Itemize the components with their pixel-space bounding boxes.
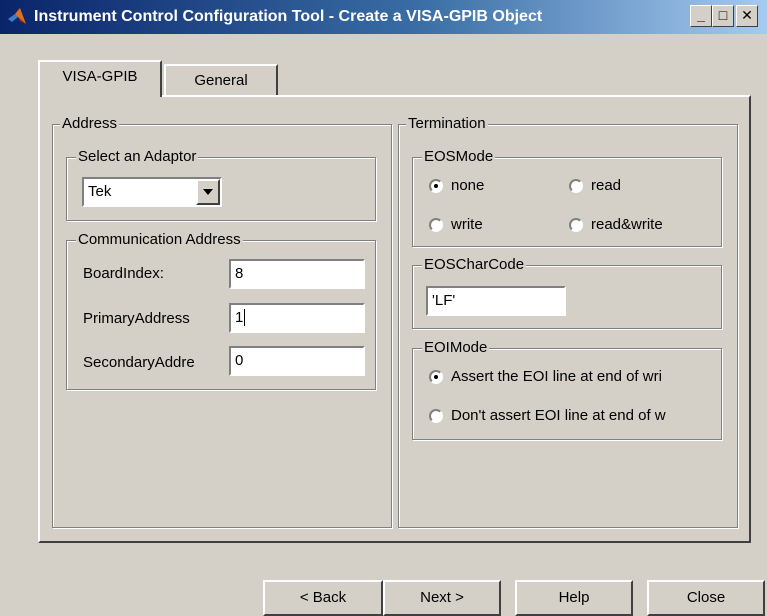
eosmode-read-label[interactable]: read xyxy=(591,177,621,195)
secondary-address-value: 0 xyxy=(235,352,244,369)
eosmode-write-label[interactable]: write xyxy=(451,216,483,234)
eoimode-assert-label[interactable]: Assert the EOI line at end of wri xyxy=(451,368,719,386)
address-legend: Address xyxy=(60,115,120,133)
dropdown-button[interactable] xyxy=(196,179,220,205)
text-cursor xyxy=(244,309,246,326)
radio-selected-dot xyxy=(434,375,438,379)
help-button[interactable]: Help xyxy=(515,580,633,616)
eosmode-legend: EOSMode xyxy=(422,148,496,166)
eoscharcode-legend: EOSCharCode xyxy=(422,256,527,274)
eoimode-legend: EOIMode xyxy=(422,339,490,357)
matlab-logo-icon xyxy=(8,8,26,24)
tab-visa-gpib-label: VISA-GPIB xyxy=(62,68,138,85)
board-index-label: BoardIndex: xyxy=(83,265,164,282)
tab-general-label: General xyxy=(194,72,248,89)
tab-general[interactable]: General xyxy=(164,64,278,97)
eosmode-readwrite-label[interactable]: read&write xyxy=(591,216,663,234)
primary-address-field[interactable]: 1 xyxy=(229,303,365,333)
radio-selected-dot xyxy=(434,184,438,188)
termination-legend: Termination xyxy=(406,115,488,133)
maximize-button[interactable]: □ xyxy=(712,5,734,27)
secondary-address-label: SecondaryAddre xyxy=(83,354,195,371)
adaptor-selected-value: Tek xyxy=(88,183,112,200)
next-button[interactable]: Next > xyxy=(383,580,501,616)
minimize-button[interactable]: _ xyxy=(690,5,712,27)
close-button[interactable]: Close xyxy=(647,580,765,616)
eoimode-assert-radio[interactable] xyxy=(429,370,443,384)
adaptor-select[interactable]: Tek xyxy=(82,177,222,207)
primary-address-label: PrimaryAddress xyxy=(83,310,190,327)
eosmode-write-radio[interactable] xyxy=(429,218,443,232)
eosmode-read-radio[interactable] xyxy=(569,179,583,193)
tab-visa-gpib[interactable]: VISA-GPIB xyxy=(38,60,162,97)
close-window-button[interactable]: ✕ xyxy=(736,5,758,27)
eoscharcode-value: 'LF' xyxy=(432,292,456,309)
communication-address-legend: Communication Address xyxy=(76,231,243,249)
secondary-address-field[interactable]: 0 xyxy=(229,346,365,376)
eosmode-readwrite-radio[interactable] xyxy=(569,218,583,232)
eosmode-none-radio[interactable] xyxy=(429,179,443,193)
title-bar[interactable]: Instrument Control Configuration Tool - … xyxy=(0,0,767,34)
back-button[interactable]: < Back xyxy=(263,580,383,616)
eosmode-none-label[interactable]: none xyxy=(451,177,484,195)
adaptor-legend: Select an Adaptor xyxy=(76,148,199,166)
board-index-value: 8 xyxy=(235,265,244,282)
primary-address-value: 1 xyxy=(235,309,244,326)
eoimode-group xyxy=(412,348,722,440)
eoimode-dont-assert-radio[interactable] xyxy=(429,409,443,423)
eoimode-dont-assert-label[interactable]: Don't assert EOI line at end of w xyxy=(451,407,719,425)
chevron-down-icon xyxy=(203,189,213,195)
window-title: Instrument Control Configuration Tool - … xyxy=(34,8,543,25)
board-index-field[interactable]: 8 xyxy=(229,259,365,289)
eoscharcode-field[interactable]: 'LF' xyxy=(426,286,566,316)
